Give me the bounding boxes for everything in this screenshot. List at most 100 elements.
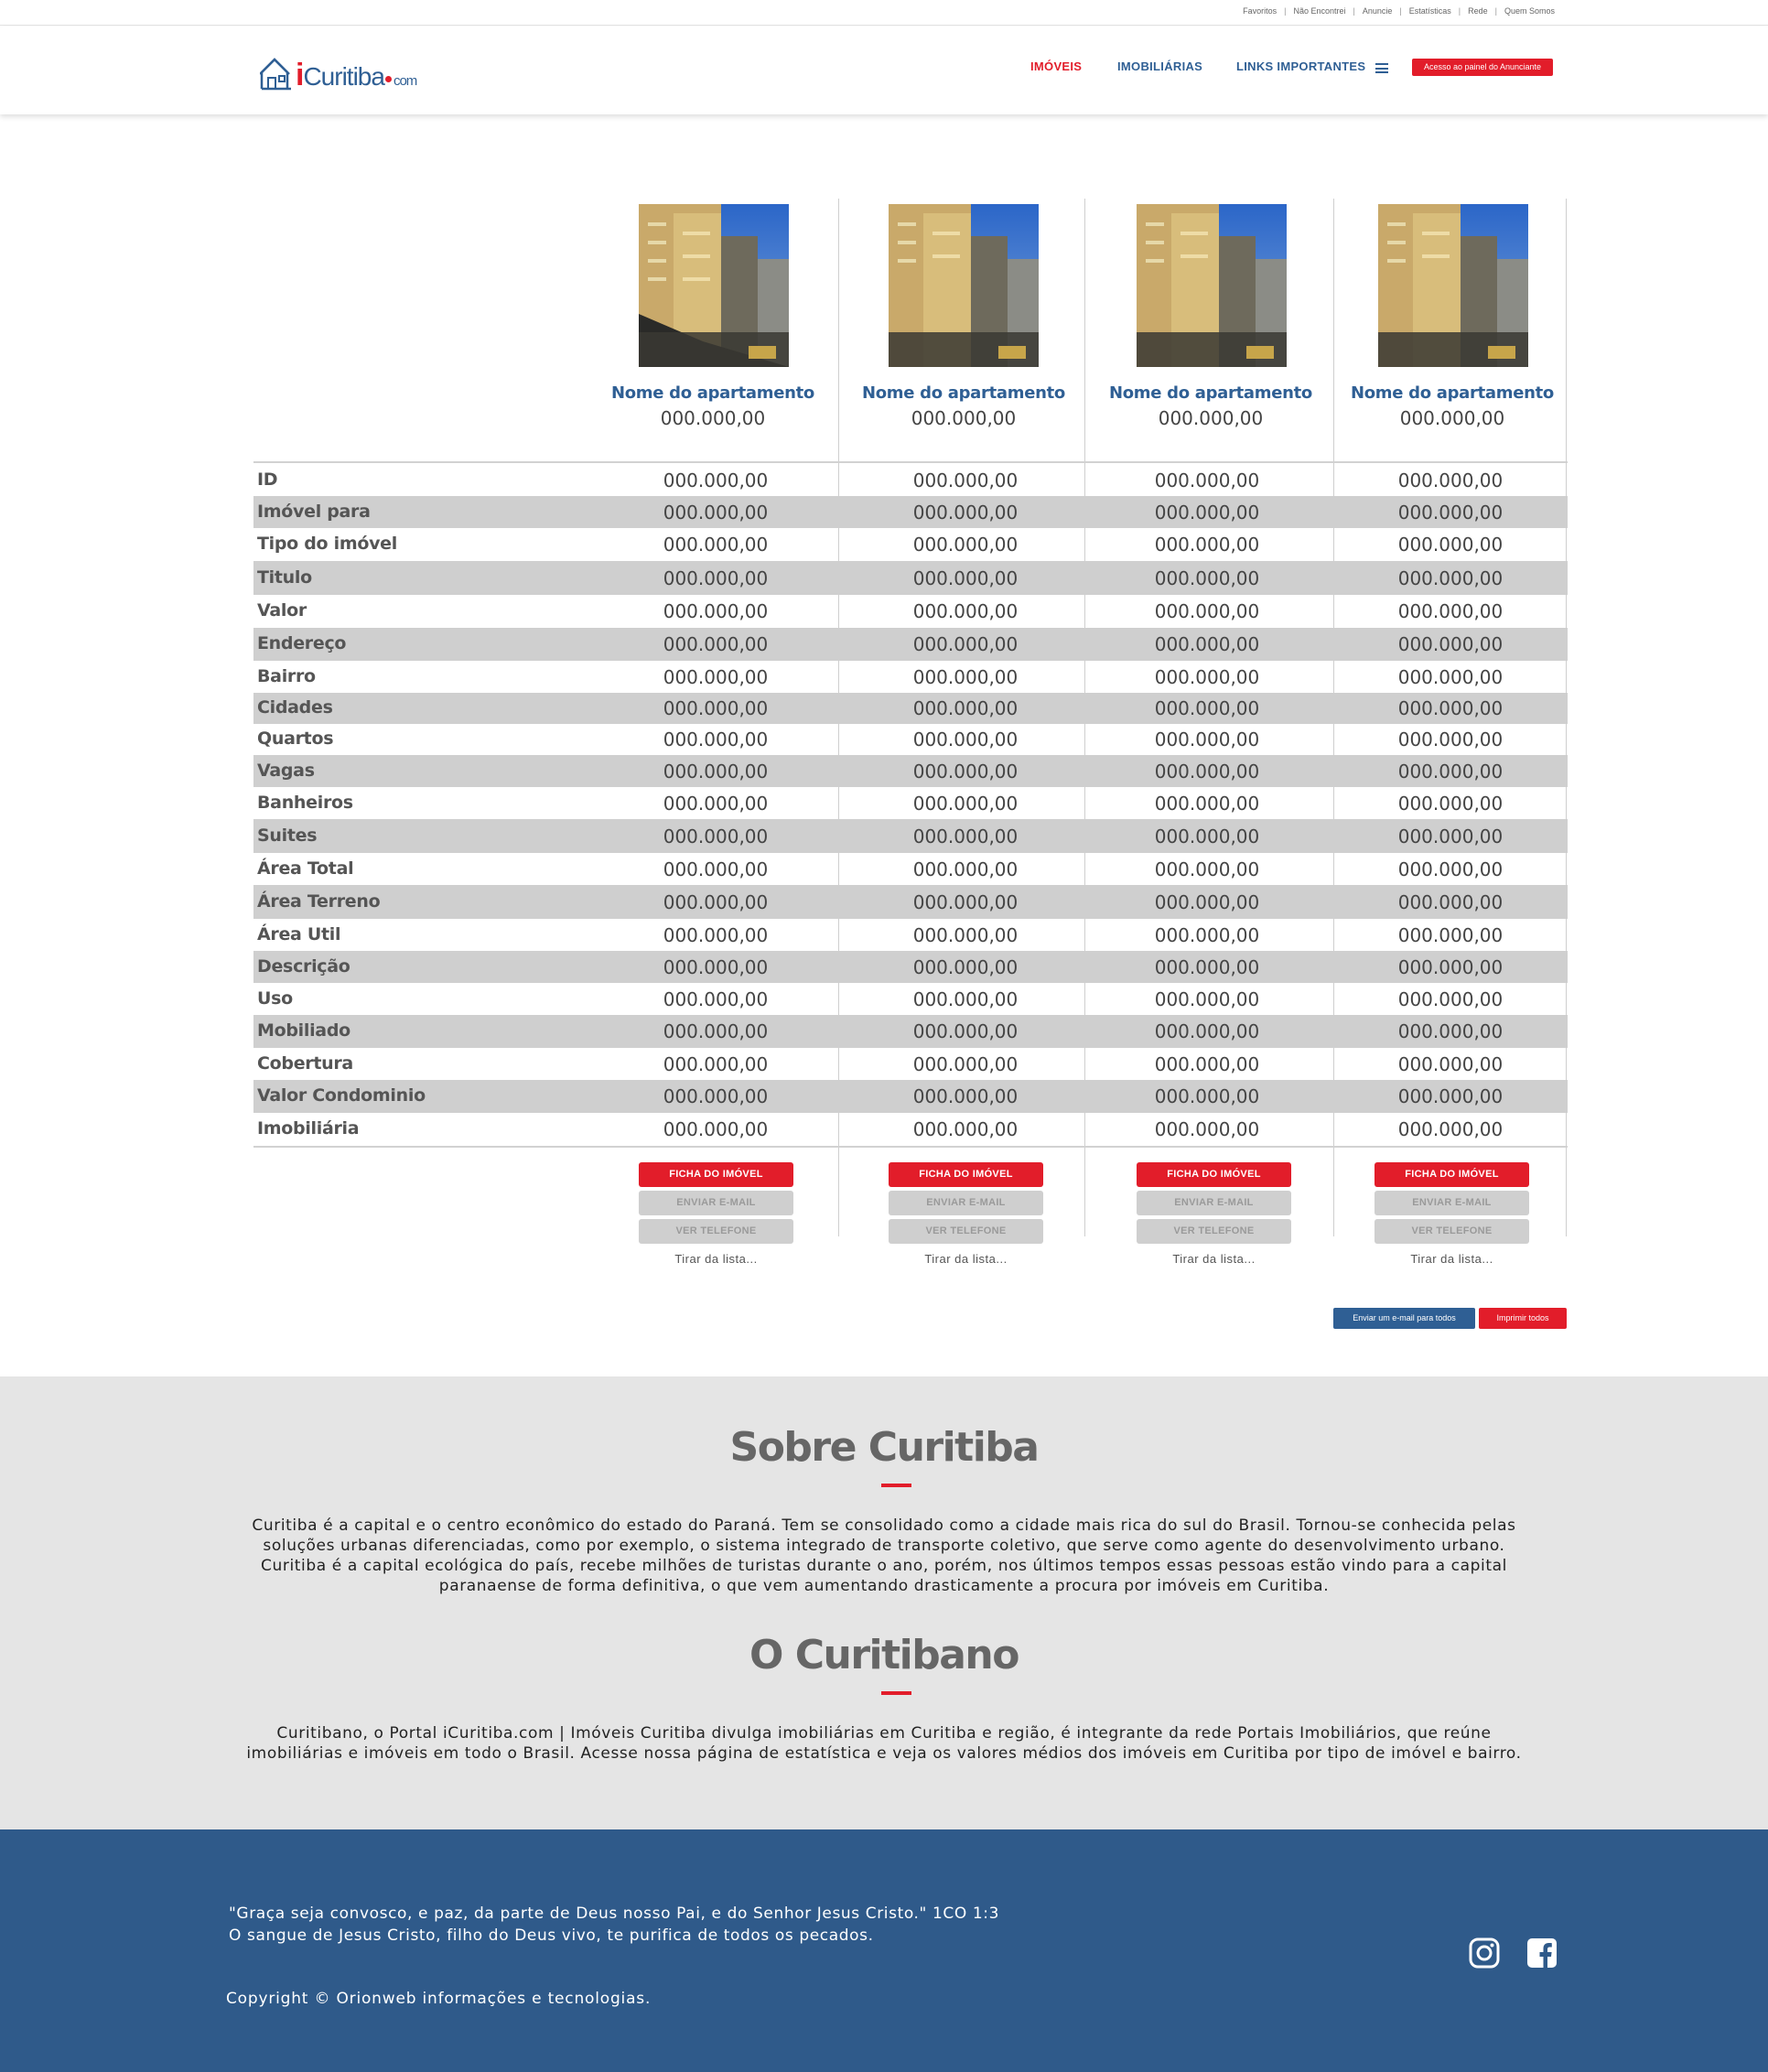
send-email-button[interactable]: ENVIAR E-MAIL: [1375, 1191, 1529, 1215]
table-row: Descrição 000.000,00 000.000,00 000.000,00 0…: [253, 951, 1568, 983]
table-row: Valor Condominio 000.000,00 000.000,00 000.…: [253, 1080, 1568, 1113]
row-value: 000.000,00: [912, 923, 1019, 946]
property-name[interactable]: Nome do apartamento: [1101, 383, 1321, 403]
nav-imobiliarias[interactable]: IMOBILIÁRIAS: [1117, 59, 1202, 73]
row-label: Banheiros: [257, 792, 353, 813]
row-label: Imóvel para: [257, 501, 371, 522]
property-photo[interactable]: [639, 204, 789, 367]
instagram-icon[interactable]: [1469, 1937, 1500, 1969]
row-value: 000.000,00: [663, 955, 769, 978]
row-label: Área Util: [257, 923, 341, 944]
ficha-imovel-button[interactable]: FICHA DO IMÓVEL: [889, 1162, 1043, 1187]
ficha-imovel-button[interactable]: FICHA DO IMÓVEL: [1137, 1162, 1291, 1187]
property-photo[interactable]: [889, 204, 1039, 367]
link-rede[interactable]: Rede: [1468, 6, 1488, 16]
row-value: 000.000,00: [663, 501, 769, 523]
table-row: Endereço 000.000,00 000.000,00 000.000,00 00…: [253, 628, 1568, 661]
remove-from-list-link[interactable]: Tirar da lista...: [889, 1252, 1043, 1266]
title-underline: [881, 1484, 911, 1487]
table-row: Quartos 000.000,00 000.000,00 000.000,00 000…: [253, 724, 1568, 755]
utility-links: Favoritos | Não Encontrei | Anuncie | Estat…: [1243, 6, 1555, 16]
row-label: Quartos: [257, 728, 334, 749]
row-value: 000.000,00: [1154, 858, 1260, 880]
site-footer: "Graça seja convosco, e paz, da parte de…: [0, 1829, 1768, 2072]
row-value: 000.000,00: [1397, 633, 1504, 655]
nav-imoveis[interactable]: IMÓVEIS: [1030, 59, 1082, 73]
about-section: Sobre Curitiba Curitiba é a capital e o …: [0, 1376, 1768, 1829]
row-value: 000.000,00: [912, 469, 1019, 491]
view-phone-button[interactable]: VER TELEFONE: [639, 1219, 793, 1244]
hamburger-icon[interactable]: [1375, 63, 1388, 73]
remove-from-list-link[interactable]: Tirar da lista...: [1375, 1252, 1529, 1266]
row-value: 000.000,00: [663, 1085, 769, 1107]
row-value: 000.000,00: [663, 890, 769, 913]
row-value: 000.000,00: [663, 792, 769, 815]
about-text-line: Curitiba é a capital e o centro econômic…: [252, 1516, 1516, 1535]
link-quem-somos[interactable]: Quem Somos: [1504, 6, 1555, 16]
email-all-button[interactable]: Enviar um e-mail para todos: [1333, 1308, 1475, 1329]
view-phone-button[interactable]: VER TELEFONE: [1375, 1219, 1529, 1244]
link-estatisticas[interactable]: Estatísticas: [1409, 6, 1451, 16]
quote-line: O sangue de Jesus Cristo, filho do Deus …: [229, 1926, 874, 1945]
row-value: 000.000,00: [912, 1085, 1019, 1107]
property-photo[interactable]: [1378, 204, 1528, 367]
about-text-line: paranaense de forma definitiva, o que ve…: [438, 1577, 1330, 1595]
send-email-button[interactable]: ENVIAR E-MAIL: [639, 1191, 793, 1215]
table-row: Bairro 000.000,00 000.000,00 000.000,00 000.…: [253, 661, 1568, 693]
remove-from-list-link[interactable]: Tirar da lista...: [639, 1252, 793, 1266]
table-row: Tipo do imóvel 000.000,00 000.000,00 000.00…: [253, 528, 1568, 561]
link-nao-encontrei[interactable]: Não Encontrei: [1293, 6, 1345, 16]
row-value: 000.000,00: [1154, 1020, 1260, 1042]
row-value: 000.000,00: [912, 760, 1019, 782]
row-value: 000.000,00: [1154, 955, 1260, 978]
property-price: 000.000,00: [911, 407, 1017, 429]
row-value: 000.000,00: [912, 665, 1019, 688]
row-value: 000.000,00: [1154, 1052, 1260, 1075]
row-value: 000.000,00: [1397, 760, 1504, 782]
curitibano-text-line: imobiliárias e imóveis em todo o Brasil.…: [246, 1744, 1522, 1763]
row-value: 000.000,00: [912, 792, 1019, 815]
view-phone-button[interactable]: VER TELEFONE: [889, 1219, 1043, 1244]
ficha-imovel-button[interactable]: FICHA DO IMÓVEL: [639, 1162, 793, 1187]
row-value: 000.000,00: [912, 1020, 1019, 1042]
facebook-icon[interactable]: [1526, 1937, 1558, 1969]
row-label: Mobiliado: [257, 1020, 350, 1041]
view-phone-button[interactable]: VER TELEFONE: [1137, 1219, 1291, 1244]
table-row: Cidades 000.000,00 000.000,00 000.000,00 000…: [253, 693, 1568, 724]
table-bottom-border: [253, 1146, 1568, 1148]
row-value: 000.000,00: [663, 697, 769, 719]
remove-from-list-link[interactable]: Tirar da lista...: [1137, 1252, 1291, 1266]
row-value: 000.000,00: [1154, 923, 1260, 946]
print-all-button[interactable]: Imprimir todos: [1479, 1308, 1567, 1329]
property-name[interactable]: Nome do apartamento: [854, 383, 1073, 403]
property-name[interactable]: Nome do apartamento: [1342, 383, 1562, 403]
row-value: 000.000,00: [1154, 1085, 1260, 1107]
anunciante-panel-button[interactable]: Acesso ao painel do Anunciante: [1412, 59, 1553, 76]
link-anuncie[interactable]: Anuncie: [1363, 6, 1393, 16]
site-logo[interactable]: iCuritiba com: [260, 52, 417, 91]
row-value: 000.000,00: [663, 567, 769, 589]
row-value: 000.000,00: [1154, 633, 1260, 655]
row-value: 000.000,00: [1154, 792, 1260, 815]
row-value: 000.000,00: [1154, 825, 1260, 847]
about-title: Sobre Curitiba: [729, 1424, 1040, 1471]
nav-links-importantes[interactable]: LINKS IMPORTANTES: [1236, 59, 1365, 73]
row-value: 000.000,00: [1154, 567, 1260, 589]
separator: |: [1284, 6, 1287, 16]
send-email-button[interactable]: ENVIAR E-MAIL: [889, 1191, 1043, 1215]
table-row: Imobiliária 000.000,00 000.000,00 000.000,0…: [253, 1113, 1568, 1146]
row-value: 000.000,00: [912, 955, 1019, 978]
table-row: Vagas 000.000,00 000.000,00 000.000,00 000.0…: [253, 755, 1568, 787]
property-name[interactable]: Nome do apartamento: [603, 383, 823, 403]
row-value: 000.000,00: [1154, 697, 1260, 719]
ficha-imovel-button[interactable]: FICHA DO IMÓVEL: [1375, 1162, 1529, 1187]
row-value: 000.000,00: [912, 600, 1019, 622]
row-label: ID: [257, 469, 278, 490]
row-label: Área Terreno: [257, 890, 381, 912]
send-email-button[interactable]: ENVIAR E-MAIL: [1137, 1191, 1291, 1215]
row-label: Área Total: [257, 858, 354, 879]
row-label: Imobiliária: [257, 1118, 360, 1139]
link-favoritos[interactable]: Favoritos: [1243, 6, 1277, 16]
property-photo[interactable]: [1137, 204, 1287, 367]
row-value: 000.000,00: [912, 728, 1019, 750]
